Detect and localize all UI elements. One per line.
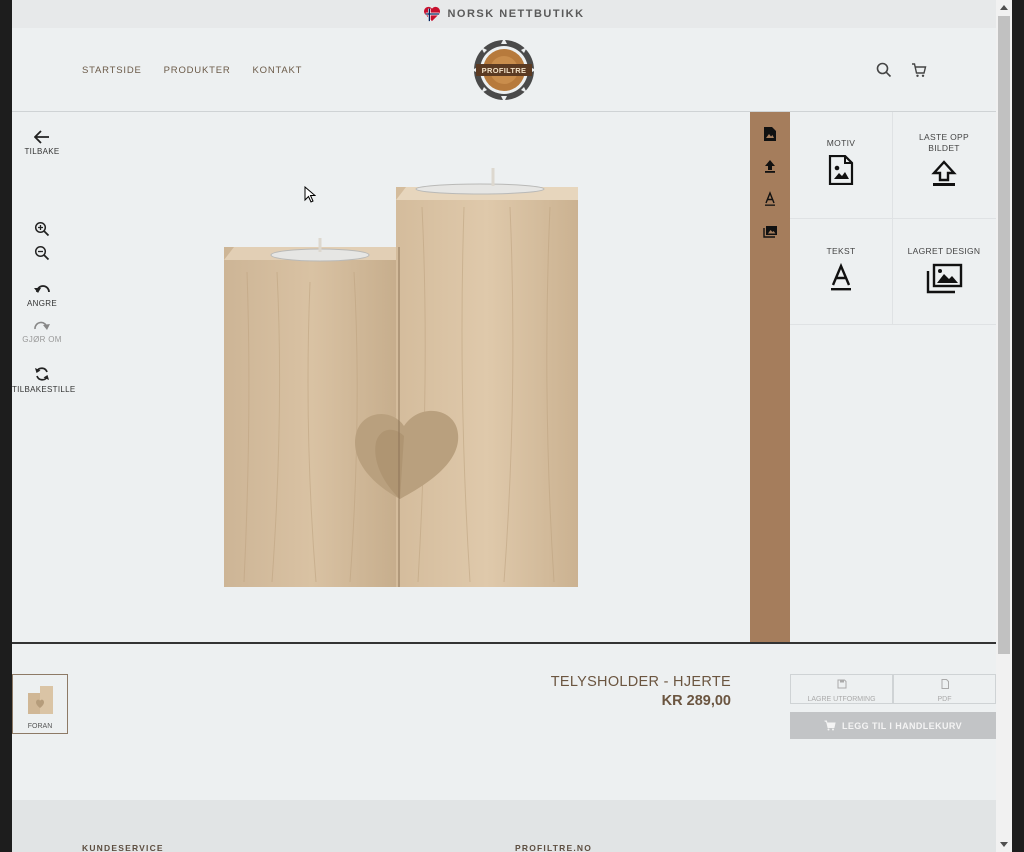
- canvas-bottom-border: [12, 642, 996, 644]
- image-file-icon[interactable]: [762, 126, 778, 142]
- footer-customer-service[interactable]: KUNDESERVICE: [82, 843, 164, 852]
- site-footer: KUNDESERVICE PROFILTRE.NO: [12, 800, 996, 852]
- undo-icon: [34, 285, 50, 293]
- redo-label: GJØR OM: [22, 335, 62, 344]
- upload-label: LASTE OPP BILDET: [919, 132, 969, 153]
- pdf-button[interactable]: PDF: [893, 674, 996, 704]
- save-icon: [837, 679, 846, 689]
- cart-icon[interactable]: [910, 61, 928, 79]
- text-icon[interactable]: [762, 191, 778, 207]
- zoom-in-button[interactable]: [12, 221, 72, 237]
- heart-flag-icon: [424, 6, 441, 22]
- saved-design-icon[interactable]: [762, 224, 778, 240]
- redo-icon: [34, 321, 50, 330]
- design-canvas[interactable]: [72, 112, 750, 642]
- mouse-cursor-icon: [304, 186, 316, 203]
- window-edge: [1012, 0, 1024, 852]
- back-button[interactable]: TILBAKE: [12, 130, 72, 156]
- nav-kontakt[interactable]: KONTAKT: [253, 65, 303, 76]
- thumbnail-label: FORAN: [27, 723, 53, 730]
- upload-icon[interactable]: [762, 158, 778, 174]
- page-scrollbar[interactable]: [996, 0, 1012, 852]
- product-title: TELYSHOLDER - HJERTE: [550, 674, 731, 690]
- editor-toolbar: TILBAKE ANGRE GJØR OM TILBAKESTILLE: [12, 112, 76, 642]
- add-to-cart-label: LEGG TIL I HANDLEKURV: [841, 720, 963, 731]
- saved-design-icon: [926, 263, 963, 294]
- candle-holder-product-image: [224, 168, 578, 587]
- reset-label: TILBAKESTILLE: [12, 385, 76, 394]
- redo-button[interactable]: GJØR OM: [12, 320, 72, 344]
- cart-icon: [824, 720, 836, 731]
- arrow-left-icon: [34, 130, 49, 144]
- motiv-option[interactable]: MOTIV: [790, 138, 892, 242]
- nav-produkter[interactable]: PRODUKTER: [164, 65, 231, 76]
- view-thumbnail-front[interactable]: FORAN: [12, 674, 68, 734]
- upload-image-option[interactable]: LASTE OPP BILDET: [893, 132, 995, 236]
- scrollbar-thumb[interactable]: [998, 16, 1010, 654]
- tool-sidebar: [750, 112, 790, 643]
- add-to-cart-button[interactable]: LEGG TIL I HANDLEKURV: [790, 712, 996, 739]
- banner-text: NORSK NETTBUTIKK: [447, 8, 585, 20]
- scroll-up-arrow-icon[interactable]: [1000, 5, 1008, 10]
- page: NORSK NETTBUTIKK STARTSIDE PRODUKTER KON…: [12, 0, 996, 852]
- reset-button[interactable]: TILBAKESTILLE: [12, 366, 76, 394]
- search-icon[interactable]: [875, 61, 893, 79]
- footer-site-link[interactable]: PROFILTRE.NO: [515, 843, 592, 852]
- product-thumbnail-image: [28, 686, 53, 714]
- save-design-label: LAGRE UTFORMING: [807, 696, 876, 703]
- undo-label: ANGRE: [27, 299, 57, 308]
- text-option[interactable]: TEKST: [790, 246, 892, 350]
- site-header: STARTSIDE PRODUKTER KONTAKT PROFILTRE: [12, 28, 996, 112]
- product-price: KR 289,00: [661, 693, 731, 709]
- pdf-label: PDF: [937, 696, 952, 703]
- profiltre-logo[interactable]: PROFILTRE: [472, 38, 536, 102]
- zoom-out-button[interactable]: [12, 245, 72, 261]
- back-label: TILBAKE: [24, 147, 60, 156]
- design-options-panel: MOTIV LASTE OPP BILDET TEKST LAGRET DESI…: [790, 112, 996, 643]
- save-design-button[interactable]: LAGRE UTFORMING: [790, 674, 893, 704]
- text-label: TEKST: [826, 246, 856, 256]
- svg-text:PROFILTRE: PROFILTRE: [482, 66, 527, 75]
- pdf-file-icon: [941, 679, 949, 689]
- saved-design-option[interactable]: LAGRET DESIGN: [893, 246, 995, 350]
- text-icon: [831, 263, 851, 291]
- scroll-down-arrow-icon[interactable]: [1000, 842, 1008, 847]
- undo-button[interactable]: ANGRE: [12, 283, 72, 308]
- motiv-label: MOTIV: [826, 138, 856, 148]
- zoom-out-icon: [34, 245, 50, 261]
- nav-startside[interactable]: STARTSIDE: [82, 65, 142, 76]
- reset-icon: [35, 367, 49, 381]
- saved-label: LAGRET DESIGN: [907, 246, 981, 256]
- main-nav: STARTSIDE PRODUKTER KONTAKT: [82, 65, 302, 76]
- upload-icon: [931, 160, 957, 186]
- image-file-icon: [828, 155, 854, 185]
- top-banner: NORSK NETTBUTIKK: [12, 0, 996, 28]
- zoom-in-icon: [34, 221, 50, 237]
